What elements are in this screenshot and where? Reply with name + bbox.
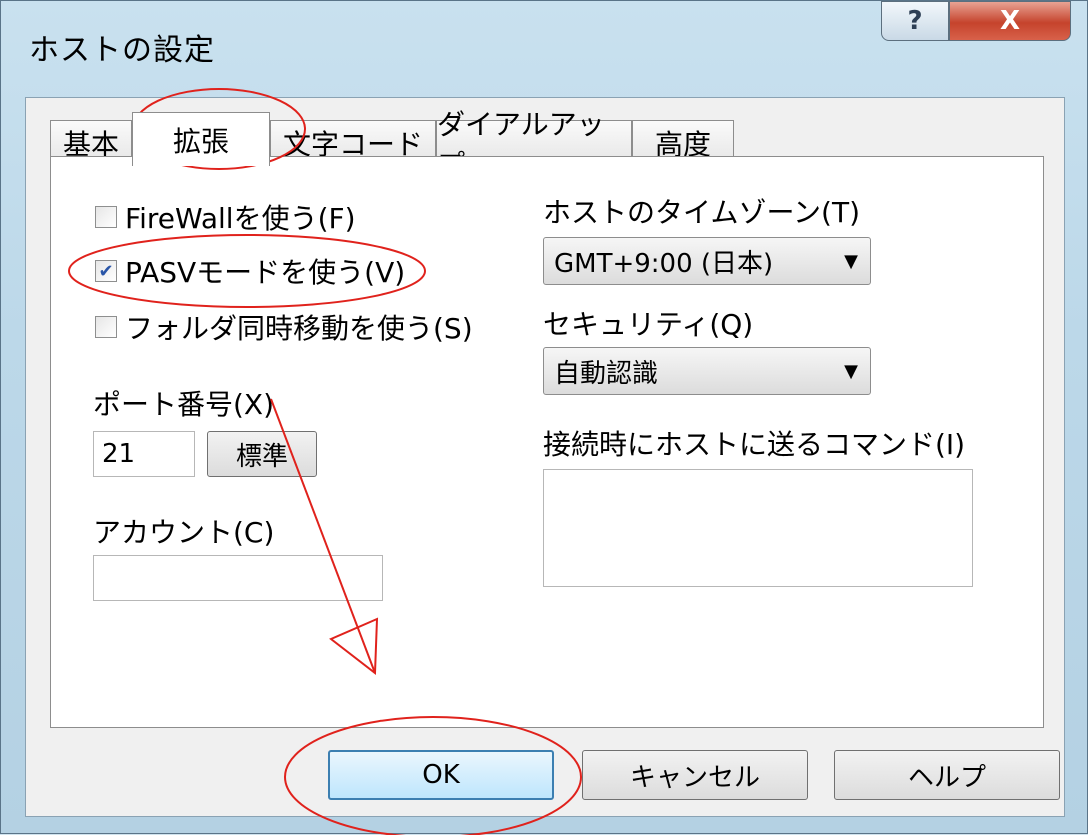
chevron-down-icon: ▼: [844, 360, 858, 382]
firewall-checkbox-box[interactable]: [95, 206, 117, 228]
question-icon: ?: [907, 6, 923, 36]
ok-button[interactable]: OK: [328, 750, 554, 800]
port-label: ポート番号(X): [93, 388, 275, 421]
account-input[interactable]: [93, 555, 383, 601]
timezone-select[interactable]: GMT+9:00 (日本) ▼: [543, 237, 871, 285]
connect-command-input[interactable]: [543, 469, 973, 587]
port-input[interactable]: 21: [93, 431, 195, 477]
pasv-checkbox-label: PASVモードを使う(V): [125, 256, 406, 289]
dialog-client-area: 基本 拡張 文字コード ダイアルアップ 高度 FireWallを使う(F): [25, 97, 1065, 817]
pasv-checkbox[interactable]: ✔ PASVモードを使う(V): [95, 251, 405, 291]
account-label: アカウント(C): [93, 516, 275, 549]
tab-panel-extended: FireWallを使う(F) ✔ PASVモードを使う(V) フォルダ同時移動を…: [50, 156, 1044, 728]
help-caption-button[interactable]: ?: [881, 1, 949, 41]
connect-command-label: 接続時にホストに送るコマンド(I): [543, 428, 966, 461]
help-button[interactable]: ヘルプ: [834, 750, 1060, 800]
default-port-button[interactable]: 標準: [207, 431, 317, 477]
tab-extended-label: 拡張: [172, 124, 229, 158]
sync-move-checkbox-label: フォルダ同時移動を使う(S): [125, 312, 473, 345]
firewall-checkbox-label: FireWallを使う(F): [125, 202, 356, 235]
dialog-window: ホストの設定 ? X 基本 拡張 文字コード ダイアルアップ 高度: [0, 0, 1088, 835]
sync-move-checkbox[interactable]: フォルダ同時移動を使う(S): [95, 307, 473, 347]
security-value: 自動認識: [554, 358, 659, 389]
security-select[interactable]: 自動認識 ▼: [543, 347, 871, 395]
close-button[interactable]: X: [949, 1, 1071, 41]
cancel-button[interactable]: キャンセル: [582, 750, 808, 800]
security-label: セキュリティ(Q): [543, 308, 754, 341]
close-icon: X: [999, 6, 1021, 36]
tab-extended[interactable]: 拡張: [132, 112, 270, 166]
window-title: ホストの設定: [29, 33, 215, 68]
timezone-value: GMT+9:00 (日本): [554, 248, 774, 279]
checkmark-icon: ✔: [98, 260, 114, 282]
sync-move-checkbox-box[interactable]: [95, 316, 117, 338]
pasv-checkbox-box[interactable]: ✔: [95, 260, 117, 282]
firewall-checkbox[interactable]: FireWallを使う(F): [95, 197, 356, 237]
timezone-label: ホストのタイムゾーン(T): [543, 196, 860, 229]
chevron-down-icon: ▼: [844, 250, 858, 272]
